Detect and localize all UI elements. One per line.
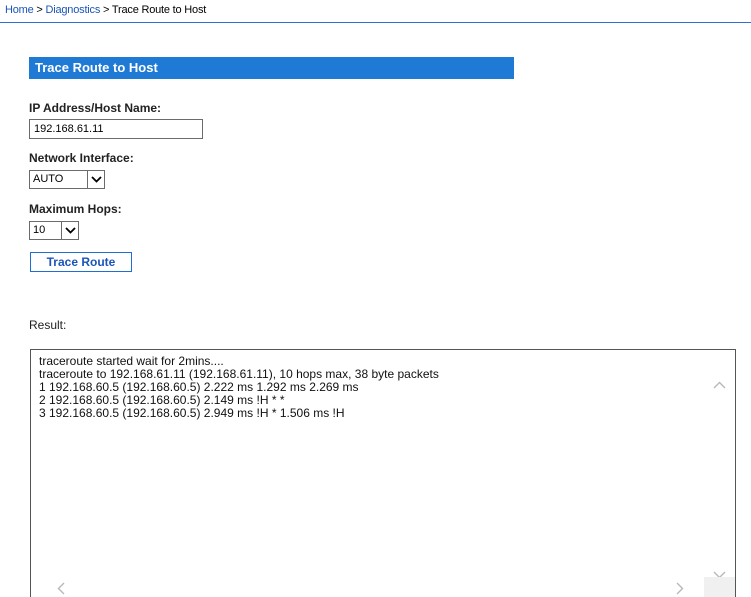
vertical-scrollbar[interactable] <box>704 350 735 586</box>
result-label: Result: <box>29 318 67 332</box>
breadcrumb-diagnostics-link[interactable]: Diagnostics <box>45 4 100 16</box>
maximum-hops-value: 10 <box>33 224 46 236</box>
breadcrumb-separator: > <box>100 4 112 16</box>
maximum-hops-select[interactable]: 10 <box>29 221 79 240</box>
result-text: traceroute started wait for 2mins.... tr… <box>39 355 439 420</box>
chevron-down-icon <box>87 171 104 188</box>
maximum-hops-label: Maximum Hops: <box>29 202 122 216</box>
result-output[interactable]: traceroute started wait for 2mins.... tr… <box>30 349 736 597</box>
chevron-down-icon <box>61 222 78 239</box>
section-title: Trace Route to Host <box>29 57 514 79</box>
breadcrumb-home-link[interactable]: Home <box>5 4 34 16</box>
breadcrumb-separator: > <box>33 4 46 16</box>
ip-address-label: IP Address/Host Name: <box>29 101 162 115</box>
scrollbar-corner <box>704 577 735 597</box>
result-line: 3 192.168.60.5 (192.168.60.5) 2.949 ms !… <box>39 406 345 420</box>
trace-route-button[interactable]: Trace Route <box>30 252 132 272</box>
chevron-up-icon[interactable] <box>713 376 726 394</box>
chevron-right-icon[interactable] <box>676 582 684 597</box>
network-interface-value: AUTO <box>33 173 64 185</box>
network-interface-label: Network Interface: <box>29 151 134 165</box>
breadcrumb: Home > Diagnostics > Trace Route to Host <box>5 4 206 16</box>
network-interface-select[interactable]: AUTO <box>29 170 105 189</box>
chevron-left-icon[interactable] <box>57 582 65 597</box>
header-divider <box>0 22 751 23</box>
horizontal-scrollbar[interactable] <box>31 577 705 597</box>
breadcrumb-current: Trace Route to Host <box>111 4 207 16</box>
ip-address-input[interactable] <box>29 119 203 139</box>
